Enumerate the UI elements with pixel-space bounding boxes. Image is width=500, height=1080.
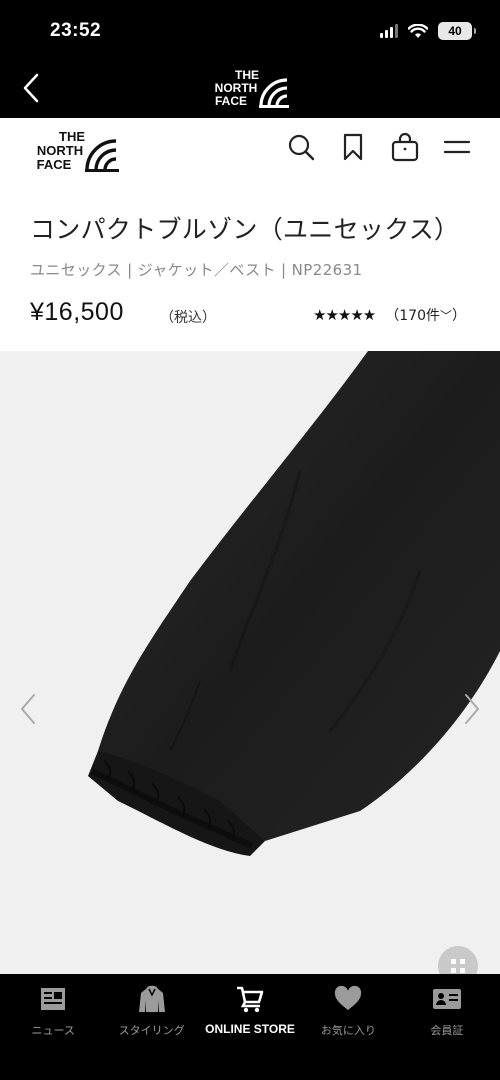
tab-online-store[interactable]: ONLINE STORE xyxy=(201,984,299,1080)
review-count-label: （170件 xyxy=(385,308,440,324)
back-button[interactable] xyxy=(16,70,46,106)
tab-member-card-label: 会員証 xyxy=(430,1024,464,1037)
bag-button[interactable] xyxy=(390,132,420,162)
product-meta: ユニセックス | ジャケット／ベスト | NP22631 xyxy=(30,261,363,279)
bookmark-icon xyxy=(343,133,363,161)
product-image-carousel[interactable] xyxy=(0,351,500,974)
carousel-prev-button[interactable] xyxy=(16,691,40,727)
heart-icon xyxy=(335,986,362,1010)
bag-icon xyxy=(391,132,419,162)
chevron-left-icon xyxy=(20,694,35,724)
rating-stars: ★★★★★ xyxy=(313,307,376,324)
wifi-icon xyxy=(408,23,428,39)
store-logo[interactable]: THE NORTH FACE xyxy=(30,126,122,174)
grid-icon xyxy=(451,959,465,973)
logo-line-2: NORTH xyxy=(215,81,258,95)
product-price: ¥16,500 xyxy=(30,298,124,326)
chevron-left-icon xyxy=(23,73,39,103)
tab-styling-label: スタイリング xyxy=(118,1024,185,1037)
store-logo-line-1: THE xyxy=(59,129,85,144)
carousel-next-button[interactable] xyxy=(460,691,484,727)
tab-member-card[interactable]: 会員証 xyxy=(398,984,496,1080)
cart-icon xyxy=(237,986,264,1013)
member-card-icon xyxy=(432,989,461,1009)
search-button[interactable] xyxy=(286,132,316,162)
battery-icon: 40 xyxy=(438,22,476,40)
news-icon xyxy=(41,988,66,1010)
brand-logo[interactable]: THE NORTH FACE xyxy=(209,66,293,110)
chevron-right-icon xyxy=(465,694,480,724)
tab-online-store-label: ONLINE STORE xyxy=(205,1022,295,1036)
menu-button[interactable] xyxy=(442,132,472,162)
bottom-tab-bar: ニュース スタイリング ONLINE STORE お気に入り 会員証 xyxy=(0,974,500,1080)
store-half-dome-mark xyxy=(85,139,117,171)
product-image xyxy=(88,351,500,856)
search-icon xyxy=(288,134,315,161)
battery-level: 40 xyxy=(448,24,462,38)
tab-styling[interactable]: スタイリング xyxy=(102,984,200,1080)
menu-icon xyxy=(443,140,471,154)
product-title: コンパクトブルゾン（ユニセックス） xyxy=(30,215,460,244)
review-count-close: ） xyxy=(452,308,466,324)
chevron-down-icon: ﹀ xyxy=(439,309,452,323)
bookmark-button[interactable] xyxy=(338,132,368,162)
top-bar: 23:52 40 THE NORTH FACE xyxy=(0,0,500,118)
tab-favorites-label: お気に入り xyxy=(320,1024,376,1037)
product-header: THE NORTH FACE コンパクトブルゾン（ユニセックス） ユニセックス … xyxy=(0,118,500,351)
store-logo-line-2: NORTH xyxy=(37,143,83,158)
hoodie-icon xyxy=(138,985,165,1012)
store-logo-line-3: FACE xyxy=(37,157,72,172)
tab-news[interactable]: ニュース xyxy=(4,984,102,1080)
rating-summary[interactable]: ★★★★★ （170件﹀） xyxy=(313,305,466,325)
tab-news-label: ニュース xyxy=(31,1024,75,1037)
logo-line-1: THE xyxy=(235,68,259,82)
tax-note: （税込） xyxy=(160,310,216,326)
cellular-signal-icon xyxy=(380,24,398,38)
tab-favorites[interactable]: お気に入り xyxy=(299,984,397,1080)
header-actions xyxy=(286,132,472,162)
half-dome-mark xyxy=(259,78,288,107)
status-time: 23:52 xyxy=(50,20,102,41)
review-count[interactable]: （170件﹀） xyxy=(385,305,466,325)
logo-line-3: FACE xyxy=(215,94,247,108)
status-indicators: 40 xyxy=(380,22,476,40)
